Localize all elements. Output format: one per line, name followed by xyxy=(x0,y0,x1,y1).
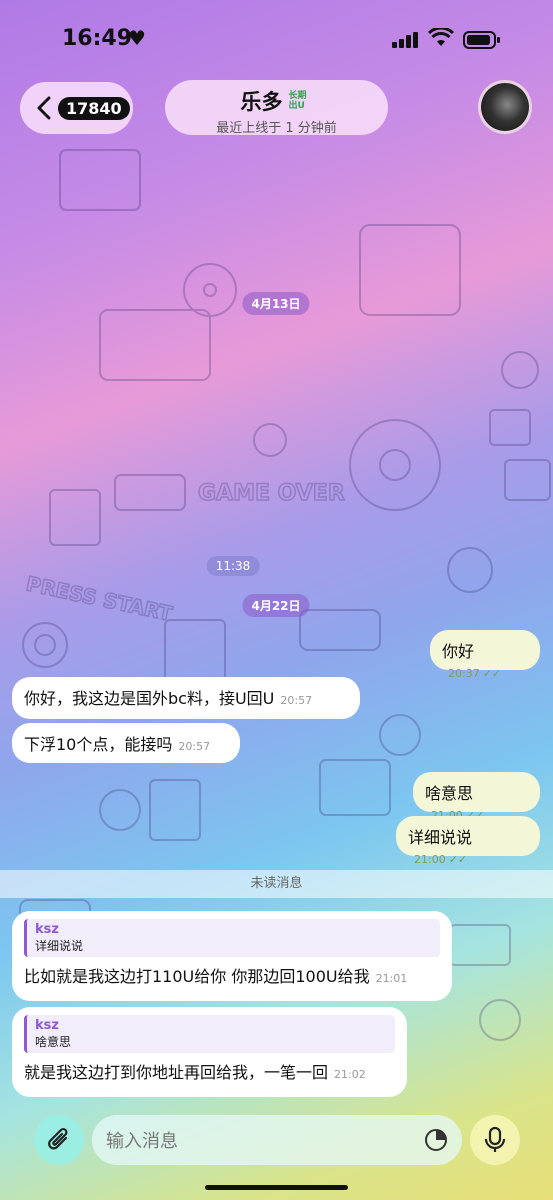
attach-button[interactable] xyxy=(34,1115,84,1165)
last-seen-status: 最近上线于 1 分钟前 xyxy=(216,121,337,136)
chevron-left-icon xyxy=(37,96,51,120)
battery-icon xyxy=(463,31,500,49)
message-incoming-reply[interactable]: ksz 详细说说 比如就是我这边打110U给你 你那边回100U给我 21:01 xyxy=(12,911,452,1001)
unread-messages-divider: 未读消息 xyxy=(0,870,553,898)
title-emoji-badge: 长期 出U xyxy=(288,91,307,111)
press-start-doodle: PRESS START xyxy=(24,571,175,625)
cellular-signal-icon xyxy=(392,32,418,48)
message-incoming[interactable]: 下浮10个点，能接吗 20:57 xyxy=(12,723,240,763)
reply-quote[interactable]: ksz 啥意思 xyxy=(24,1015,395,1053)
message-input[interactable]: 输入消息 xyxy=(92,1115,462,1165)
message-text: 啥意思 xyxy=(425,784,474,803)
chat-title-header[interactable]: 乐多 长期 出U 最近上线于 1 分钟前 xyxy=(165,80,388,136)
heart-icon: ♥ xyxy=(128,26,146,50)
message-time: 20:37 xyxy=(448,667,480,680)
message-time: 21:02 xyxy=(334,1068,366,1081)
unread-count-badge: 17840 xyxy=(58,96,130,120)
message-outgoing[interactable]: 啥意思21:00✓✓ xyxy=(413,772,540,822)
message-text: 详细说说 xyxy=(408,828,473,847)
status-time: 16:49 xyxy=(62,26,133,51)
message-outgoing[interactable]: 你好 20:37 ✓✓ xyxy=(430,630,540,680)
quote-author: ksz xyxy=(35,1018,59,1033)
paperclip-icon xyxy=(48,1127,68,1150)
message-time: 20:57 xyxy=(280,694,313,707)
avatar[interactable] xyxy=(478,80,532,134)
back-button[interactable]: 17840 xyxy=(20,82,133,134)
message-time: 21:01 xyxy=(375,972,408,985)
quote-text: 详细说说 xyxy=(35,939,84,953)
microphone-icon xyxy=(484,1126,506,1152)
microphone-button[interactable] xyxy=(470,1115,520,1165)
message-incoming[interactable]: 你好，我这边是国外bc料，接U回U 20:57 xyxy=(12,677,360,719)
message-text: 就是我这边打到你地址再回给我，一笔一回 xyxy=(24,1063,329,1082)
message-text: 你好，我这边是国外bc料，接U回U xyxy=(24,689,275,708)
read-check-icon: ✓✓ xyxy=(482,667,502,680)
status-bar: 16:49 ♥ xyxy=(0,0,553,80)
quote-text: 啥意思 xyxy=(35,1035,72,1049)
message-text: 比如就是我这边打110U给你 你那边回100U给我 xyxy=(24,967,370,986)
read-check-icon: ✓✓ xyxy=(448,853,468,866)
chat-title: 乐多 xyxy=(240,90,283,114)
game-over-doodle: GAME OVER xyxy=(198,481,345,506)
message-time: 20:57 xyxy=(178,740,211,753)
home-indicator[interactable] xyxy=(205,1185,348,1190)
wifi-icon xyxy=(428,28,454,46)
message-incoming-reply[interactable]: ksz 啥意思 就是我这边打到你地址再回给我，一笔一回 21:02 xyxy=(12,1007,407,1097)
message-input-bar: 输入消息 xyxy=(0,1110,553,1170)
message-text: 你好 xyxy=(442,642,475,661)
message-time: 21:00 xyxy=(414,853,446,866)
reply-quote[interactable]: ksz 详细说说 xyxy=(24,919,440,957)
quote-author: ksz xyxy=(35,922,59,937)
date-separator: 4月13日 xyxy=(242,292,310,315)
time-separator: 11:38 xyxy=(206,556,260,576)
date-separator: 4月22日 xyxy=(242,594,310,617)
message-outgoing[interactable]: 详细说说 21:00 ✓✓ xyxy=(396,816,540,866)
sticker-icon[interactable] xyxy=(424,1128,448,1152)
message-text: 下浮10个点，能接吗 xyxy=(24,735,173,754)
